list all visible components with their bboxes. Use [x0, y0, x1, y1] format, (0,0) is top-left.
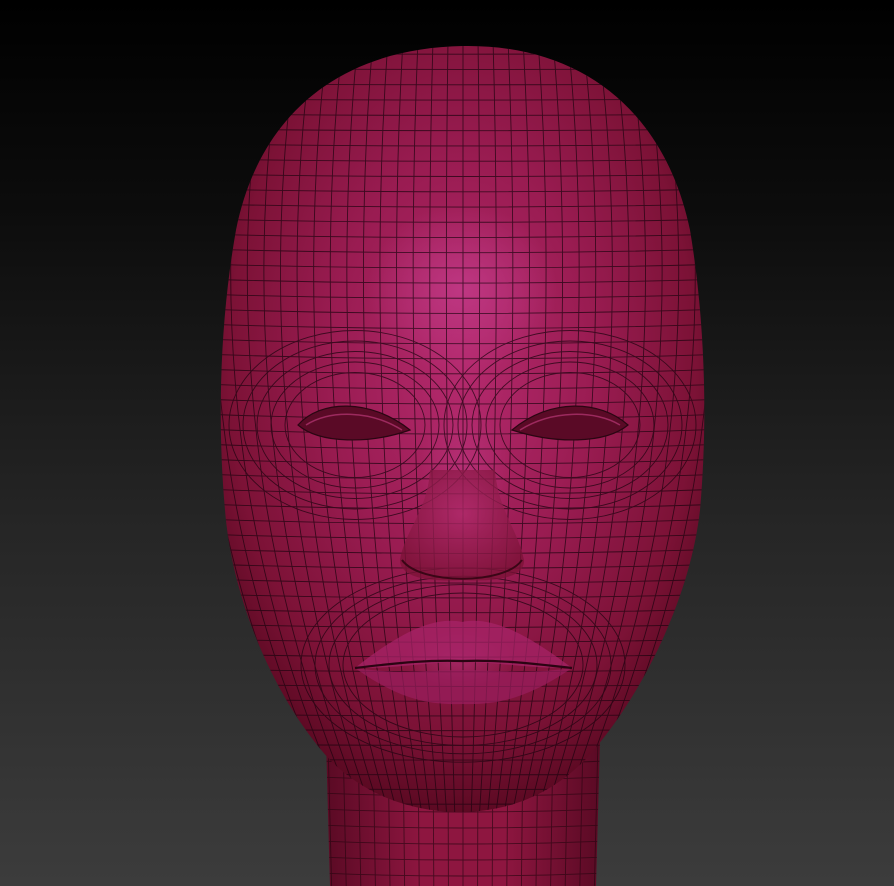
- head-model[interactable]: [0, 0, 894, 886]
- zbrush-viewport[interactable]: [0, 0, 894, 886]
